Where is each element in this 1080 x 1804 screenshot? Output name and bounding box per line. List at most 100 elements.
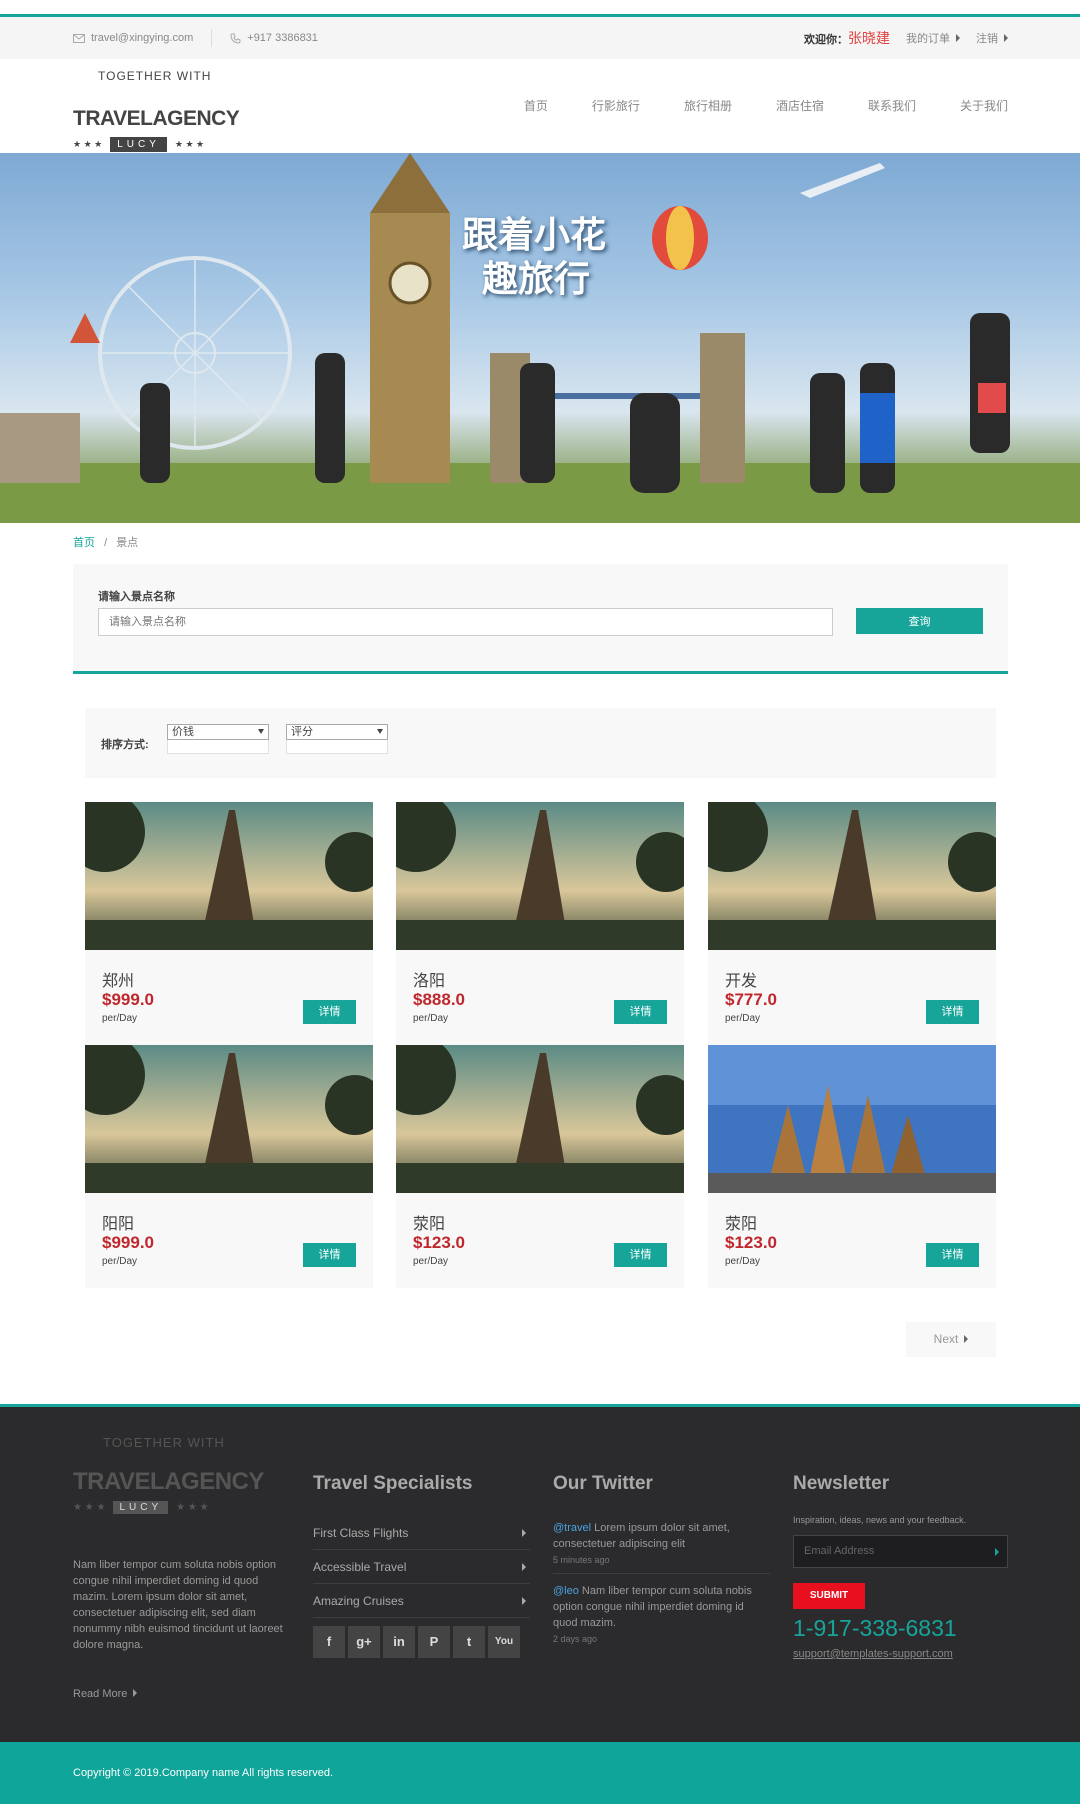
card-per: per/Day — [413, 1013, 449, 1024]
footer-logo-name: TRAVELAGENCY — [73, 1468, 264, 1495]
next-page-button[interactable]: Next — [906, 1322, 996, 1357]
chevron-right-icon — [1004, 34, 1008, 42]
nav-item-contact[interactable]: 联系我们 — [868, 97, 916, 114]
read-more-label: Read More — [73, 1688, 128, 1700]
search-label: 请输入景点名称 — [98, 591, 175, 603]
logo-stars: ★ ★ ★ LUCY ★ ★ ★ — [73, 137, 205, 152]
chevron-right-icon — [133, 1689, 138, 1697]
read-more-link[interactable]: Read More — [73, 1688, 138, 1700]
footer-logo[interactable]: TOGETHER WITH TRAVELAGENCY ★ ★ ★ LUCY ★ ★ … — [73, 1435, 264, 1525]
facebook-icon[interactable]: f — [313, 1626, 345, 1658]
attraction-image[interactable] — [85, 802, 373, 950]
tweet-text: Nam liber tempor cum soluta nobis option… — [553, 1585, 752, 1629]
sort-price-select[interactable]: 价钱 — [167, 724, 269, 740]
chevron-right-icon — [956, 34, 960, 42]
search-input[interactable] — [98, 608, 833, 636]
logout-link[interactable]: 注销 — [976, 30, 1008, 46]
card-per: per/Day — [413, 1256, 449, 1267]
details-button[interactable]: 详情 — [926, 1000, 979, 1024]
attraction-card: 荥阳 $123.0 per/Day 详情 — [396, 1045, 684, 1288]
link-label: First Class Flights — [313, 1526, 409, 1540]
pinterest-icon[interactable]: P — [418, 1626, 450, 1658]
google-plus-icon[interactable]: g+ — [348, 1626, 380, 1658]
link-label: Amazing Cruises — [313, 1594, 404, 1608]
attraction-image[interactable] — [708, 802, 996, 950]
nav-item-album[interactable]: 旅行相册 — [684, 97, 732, 114]
card-city: 荥阳 — [413, 1216, 446, 1233]
my-orders-link[interactable]: 我的订单 — [906, 30, 960, 46]
chevron-right-icon — [964, 1335, 969, 1343]
newsletter-email-input[interactable]: Email Address — [793, 1535, 1008, 1568]
contact-phone: +917 3386831 — [230, 32, 318, 44]
tweet-time: 2 days ago — [553, 1634, 598, 1644]
card-price: $123.0 — [413, 1233, 465, 1252]
details-button[interactable]: 详情 — [614, 1243, 667, 1267]
chevron-right-icon — [522, 1529, 526, 1537]
nav-item-home[interactable]: 首页 — [524, 97, 548, 114]
nav-item-about[interactable]: 关于我们 — [960, 97, 1008, 114]
card-per: per/Day — [102, 1256, 138, 1267]
twitter-icon[interactable]: t — [453, 1626, 485, 1658]
attraction-image[interactable] — [85, 1045, 373, 1193]
sort-rating-select[interactable]: 评分 — [286, 724, 388, 740]
attraction-image[interactable] — [396, 1045, 684, 1193]
details-button[interactable]: 详情 — [614, 1000, 667, 1024]
chevron-down-icon — [377, 729, 383, 734]
card-city: 郑州 — [102, 973, 135, 990]
sort-label: 排序方式: — [101, 739, 149, 751]
specialists-heading: Travel Specialists — [313, 1473, 473, 1494]
welcome-text: 欢迎你：张晓建 — [804, 28, 890, 48]
attraction-image[interactable] — [708, 1045, 996, 1193]
contact-email: travel@xingying.com — [73, 32, 193, 44]
copyright-bar: Copyright © 2019.Company name All rights… — [0, 1742, 1080, 1804]
attraction-image[interactable] — [396, 802, 684, 950]
breadcrumb-current: 景点 — [116, 537, 139, 549]
card-city: 开发 — [725, 973, 758, 990]
card-city: 洛阳 — [413, 973, 446, 990]
hero-title-line1: 跟着小花 — [462, 214, 607, 255]
support-email-link[interactable]: support@templates-support.com — [793, 1648, 953, 1660]
username[interactable]: 张晓建 — [848, 30, 890, 46]
attraction-card: 阳阳 $999.0 per/Day 详情 — [85, 1045, 373, 1288]
card-price: $123.0 — [725, 1233, 777, 1252]
nav-item-hotel[interactable]: 酒店住宿 — [776, 97, 824, 114]
logo-name: TRAVELAGENCY — [73, 107, 240, 130]
attraction-card: 郑州 $999.0 per/Day 详情 — [85, 802, 373, 1045]
contact-email-text[interactable]: travel@xingying.com — [91, 32, 193, 44]
search-button[interactable]: 查询 — [856, 608, 983, 634]
newsletter-text: Inspiration, ideas, news and your feedba… — [793, 1515, 967, 1525]
card-per: per/Day — [725, 1256, 761, 1267]
site-logo[interactable]: TOGETHER WITH TRAVELAGENCY ★ ★ ★ LUCY ★ ★ … — [73, 67, 240, 152]
specialist-link-accessible[interactable]: Accessible Travel — [313, 1550, 530, 1584]
tweet: @travel Lorem ipsum dolor sit amet, cons… — [553, 1520, 770, 1568]
mail-icon — [73, 33, 85, 43]
logo-badge: LUCY — [110, 137, 167, 152]
details-button[interactable]: 详情 — [303, 1243, 356, 1267]
footer: TOGETHER WITH TRAVELAGENCY ★ ★ ★ LUCY ★ ★ … — [0, 1404, 1080, 1742]
divider — [211, 29, 213, 47]
tweet-handle[interactable]: @leo — [553, 1585, 579, 1597]
specialist-link-flights[interactable]: First Class Flights — [313, 1516, 530, 1550]
search-panel: 请输入景点名称 查询 — [73, 564, 1008, 674]
main-nav: 首页 行影旅行 旅行相册 酒店住宿 联系我们 关于我们 — [524, 97, 1008, 114]
card-per: per/Day — [102, 1013, 138, 1024]
contact-phone-text: +917 3386831 — [247, 32, 318, 44]
youtube-icon[interactable]: You — [488, 1626, 520, 1658]
nav-item-travel[interactable]: 行影旅行 — [592, 97, 640, 114]
card-price: $888.0 — [413, 990, 465, 1009]
submit-button[interactable]: SUBMIT — [793, 1583, 865, 1609]
sort-rating-value: 评分 — [291, 726, 313, 738]
linkedin-icon[interactable]: in — [383, 1626, 415, 1658]
hero-title-line2: 趣旅行 — [482, 258, 591, 299]
specialist-link-cruises[interactable]: Amazing Cruises — [313, 1584, 530, 1618]
phone-icon — [230, 33, 241, 44]
copyright-text: Copyright © 2019.Company name All rights… — [73, 1767, 334, 1779]
chevron-right-icon — [522, 1563, 526, 1571]
tweet-handle[interactable]: @travel — [553, 1522, 591, 1534]
breadcrumb-home[interactable]: 首页 — [73, 537, 95, 549]
details-button[interactable]: 详情 — [926, 1243, 979, 1267]
social-links: f g+ in P t You — [313, 1626, 520, 1658]
tweet-time: 5 minutes ago — [553, 1555, 610, 1565]
details-button[interactable]: 详情 — [303, 1000, 356, 1024]
sort-price-value: 价钱 — [172, 726, 194, 738]
